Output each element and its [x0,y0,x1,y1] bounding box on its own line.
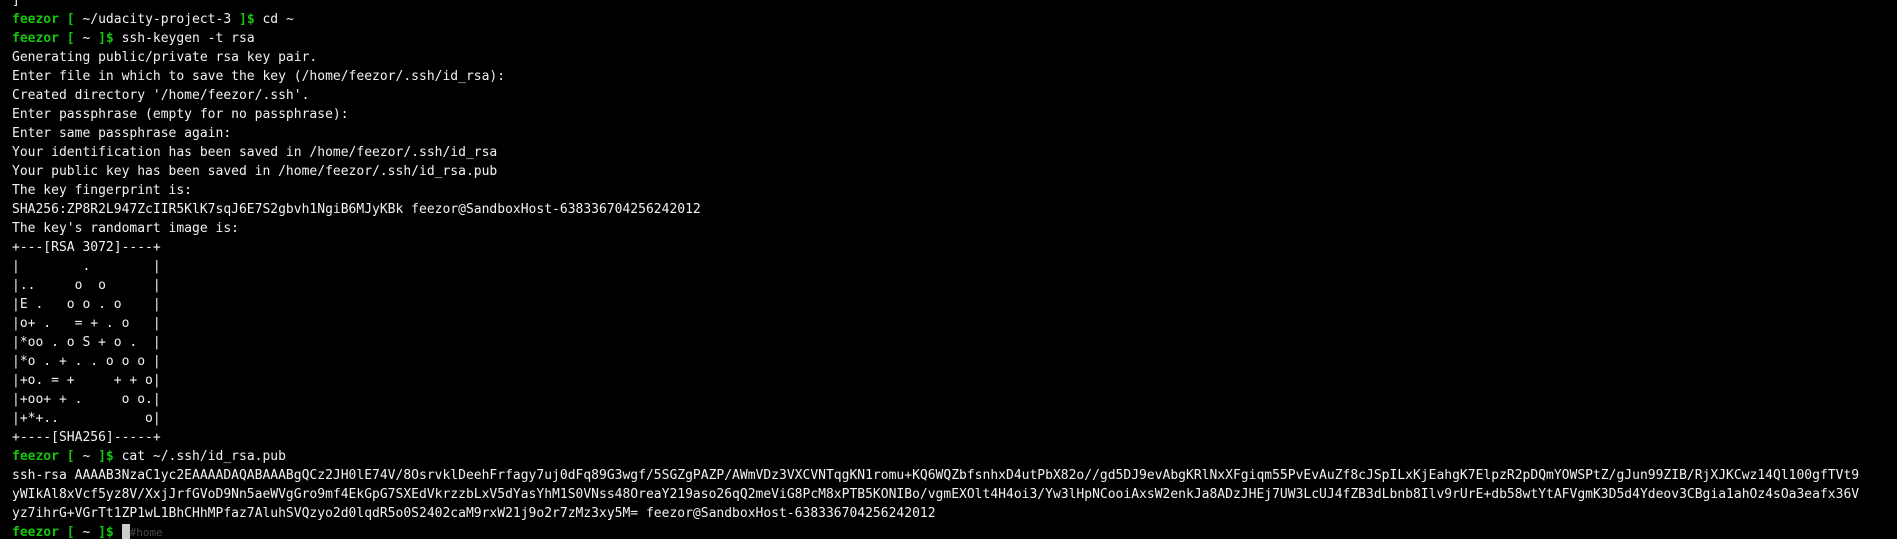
output-line: |+oo+ + . o o.| [12,392,161,407]
prompt-user: feezor [12,449,59,464]
output-line: Your public key has been saved in /home/… [12,164,498,179]
output-line: SHA256:ZP8R2L947ZcIIR5KlK7sqJ6E7S2gbvh1N… [12,202,701,217]
output-line: |.. o o | [12,278,161,293]
command-text: cat ~/.ssh/id_rsa.pub [121,449,286,464]
output-line: Enter same passphrase again: [12,126,232,141]
prompt-bracket-open: [ [58,449,83,464]
prompt-bracket-close: ]$ [231,12,263,27]
prompt-user: feezor [12,525,59,539]
prompt-line: feezor [ ~/udacity-project-3 ]$ cd ~ [12,10,1897,29]
text-cursor [121,524,130,539]
command-text: ssh-keygen -t rsa [121,31,255,46]
ghost-hint: #home [129,526,163,539]
output-line: Your identification has been saved in /h… [12,145,498,160]
output-line: The key fingerprint is: [12,183,193,198]
output-line: ssh-rsa AAAAB3NzaC1yc2EAAAADAQABAAABgQCz… [12,468,1860,483]
output-line: +---[RSA 3072]----+ [12,240,161,255]
output-line: |+o. = + + + o| [12,373,161,388]
output-line: Enter file in which to save the key (/ho… [12,69,506,84]
output-line: The key's randomart image is: [12,221,239,236]
prompt-bracket-close: ]$ [90,449,122,464]
output-line: yWIkAl8xVcf5yz8V/XxjJrfGVoD9Nn5aeWVgGro9… [12,487,1860,502]
prompt-line: feezor [ ~ ]$ cat ~/.ssh/id_rsa.pub [12,447,1897,466]
prompt-cwd: ~/udacity-project-3 [82,12,232,27]
output-line: Enter passphrase (empty for no passphras… [12,107,349,122]
terminal-window[interactable]: ] feezor [ ~/udacity-project-3 ]$ cd ~ fee… [12,0,1897,539]
prompt-bracket-close: ]$ [90,525,122,539]
output-line: |+*+.. o| [12,411,161,426]
prompt-bracket-close: ]$ [90,31,122,46]
output-line: |*o . + . . o o o | [12,354,161,369]
output-line: ] [12,0,20,8]
output-line: Created directory '/home/feezor/.ssh'. [12,88,310,103]
output-line: | . | [12,259,161,274]
output-line: |o+ . = + . o | [12,316,161,331]
prompt-line: feezor [ ~ ]$ ssh-keygen -t rsa [12,29,1897,48]
prompt-bracket-open: [ [58,31,83,46]
prompt-user: feezor [12,12,59,27]
prompt-bracket-open: [ [58,525,83,539]
prompt-bracket-open: [ [58,12,83,27]
output-line: |E . o o . o | [12,297,161,312]
prompt-user: feezor [12,31,59,46]
output-line: yz7ihrG+VGrTt1ZP1wL1BhCHhMPfaz7AluhSVQzy… [12,506,936,521]
output-line: +----[SHA256]-----+ [12,430,161,445]
output-line: Generating public/private rsa key pair. [12,50,318,65]
output-line: |*oo . o S + o . | [12,335,161,350]
active-prompt-line: feezor [ ~ ]$ #home [12,523,1897,539]
command-text: cd ~ [262,12,294,27]
